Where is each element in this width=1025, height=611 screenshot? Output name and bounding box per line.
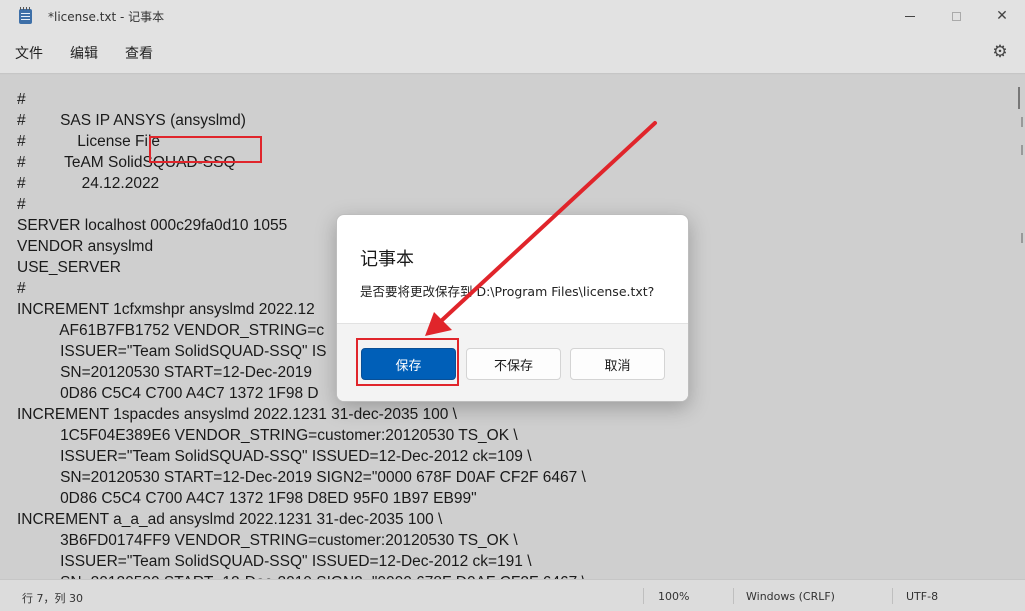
status-divider [643, 588, 644, 604]
editor-line[interactable]: # License File [17, 131, 586, 152]
scroll-marker [1021, 117, 1023, 127]
cancel-button[interactable]: 取消 [570, 348, 665, 380]
minimize-button[interactable] [887, 0, 933, 32]
window-controls: ✕ [887, 0, 1025, 32]
scroll-marker [1021, 233, 1023, 243]
editor-line[interactable]: ISSUER="Team SolidSQUAD-SSQ" ISSUED=12-D… [17, 551, 586, 572]
menu-file[interactable]: 文件 [15, 43, 43, 63]
annotation-highlight-hostid [149, 136, 262, 163]
vertical-scrollbar[interactable] [1013, 75, 1025, 579]
editor-line[interactable]: INCREMENT 1spacdes ansyslmd 2022.1231 31… [17, 404, 586, 425]
line-ending: Windows (CRLF) [746, 590, 835, 603]
editor-line[interactable]: SN=20120530 START=12-Dec-2019 SIGN2="000… [17, 572, 586, 579]
editor-line[interactable]: ISSUER="Team SolidSQUAD-SSQ" ISSUED=12-D… [17, 446, 586, 467]
maximize-icon [951, 11, 961, 21]
gear-icon[interactable]: ⚙ [991, 43, 1009, 61]
close-icon: ✕ [996, 8, 1008, 24]
dont-save-button[interactable]: 不保存 [466, 348, 561, 380]
dialog-message: 是否要将更改保存到 D:\Program Files\license.txt? [360, 284, 655, 299]
scroll-marker [1021, 145, 1023, 155]
zoom-level: 100% [658, 590, 690, 603]
menu-edit[interactable]: 编辑 [70, 43, 98, 63]
editor-line[interactable]: 1C5F04E389E6 VENDOR_STRING=customer:2012… [17, 425, 586, 446]
editor-line[interactable]: # SAS IP ANSYS (ansyslmd) [17, 110, 586, 131]
editor-line[interactable]: # [17, 89, 586, 110]
dialog-title: 记事本 [360, 249, 414, 270]
editor-line[interactable]: # [17, 194, 586, 215]
editor-line[interactable]: SN=20120530 START=12-Dec-2019 SIGN2="000… [17, 467, 586, 488]
editor-line[interactable]: 3B6FD0174FF9 VENDOR_STRING=customer:2012… [17, 530, 586, 551]
close-button[interactable]: ✕ [979, 0, 1025, 32]
minimize-icon [905, 15, 915, 17]
status-bar: 行 7，列 30 100% Windows (CRLF) UTF-8 [0, 579, 1025, 611]
editor-line[interactable]: 0D86 C5C4 C700 A4C7 1372 1F98 D8ED 95F0 … [17, 488, 586, 509]
editor-line[interactable]: # TeAM SolidSQUAD-SSQ [17, 152, 586, 173]
title-bar: *license.txt - 记事本 ✕ [0, 0, 1025, 32]
cursor-position: 行 7，列 30 [22, 592, 83, 605]
status-divider [733, 588, 734, 604]
menu-bar: 文件 编辑 查看 ⚙ [0, 32, 1025, 74]
editor-line[interactable]: # 24.12.2022 [17, 173, 586, 194]
notepad-icon [18, 7, 34, 25]
editor-line[interactable]: INCREMENT a_a_ad ansyslmd 2022.1231 31-d… [17, 509, 586, 530]
menu-view[interactable]: 查看 [125, 43, 153, 63]
maximize-button[interactable] [933, 0, 979, 32]
status-divider [892, 588, 893, 604]
scroll-thumb[interactable] [1018, 87, 1020, 109]
encoding: UTF-8 [906, 590, 939, 603]
window-title: *license.txt - 记事本 [48, 9, 165, 24]
annotation-highlight-save [356, 338, 459, 386]
